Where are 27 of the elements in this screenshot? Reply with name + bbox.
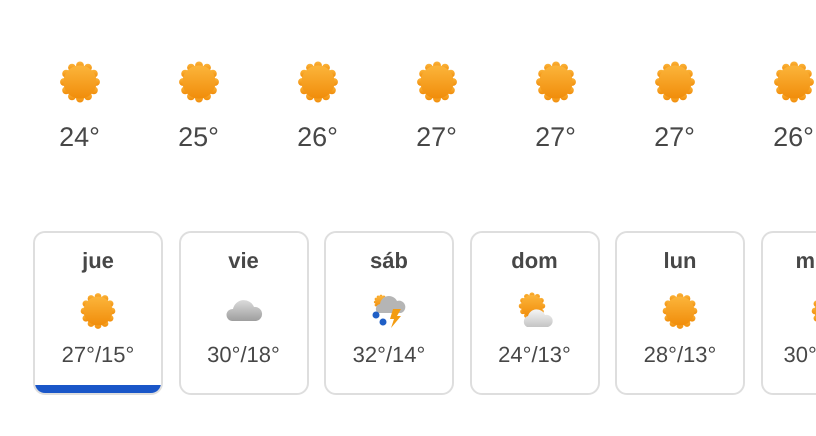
day-label: sáb [370, 247, 408, 275]
hour-temperature: 27° [416, 121, 457, 153]
hour-temperature: 27° [535, 121, 576, 153]
hour-temperature: 24° [59, 121, 100, 153]
day-card[interactable]: dom 24°/13° [470, 231, 600, 395]
temperature-range: 28°/13° [644, 341, 716, 369]
day-label: m [796, 247, 816, 275]
hour-temperature: 25° [178, 121, 219, 153]
temperature-range: 27°/15° [62, 341, 134, 369]
sun-icon [78, 291, 118, 331]
hour-temperature: 26° [297, 121, 338, 153]
day-label: lun [664, 247, 696, 275]
temperature-range: 30° [784, 341, 816, 369]
day-label: jue [82, 247, 114, 275]
day-card[interactable]: lun 28°/13° [615, 231, 745, 395]
temperature-range: 30°/18° [207, 341, 280, 369]
hour-temperature: 27° [654, 121, 695, 153]
day-label: vie [228, 247, 259, 275]
hour-temperature: 26° [773, 121, 814, 153]
day-card[interactable]: jue 27°/15° [33, 231, 163, 395]
temperature-range: 32°/14° [352, 341, 426, 369]
temperature-range: 24°/13° [498, 341, 571, 369]
sun-icon [660, 291, 700, 331]
day-card[interactable]: vie 30°/18° [178, 231, 308, 395]
day-card[interactable]: sáb 32°/14° [324, 231, 454, 395]
day-card[interactable]: m 30° [760, 231, 816, 395]
day-label: dom [511, 247, 558, 275]
